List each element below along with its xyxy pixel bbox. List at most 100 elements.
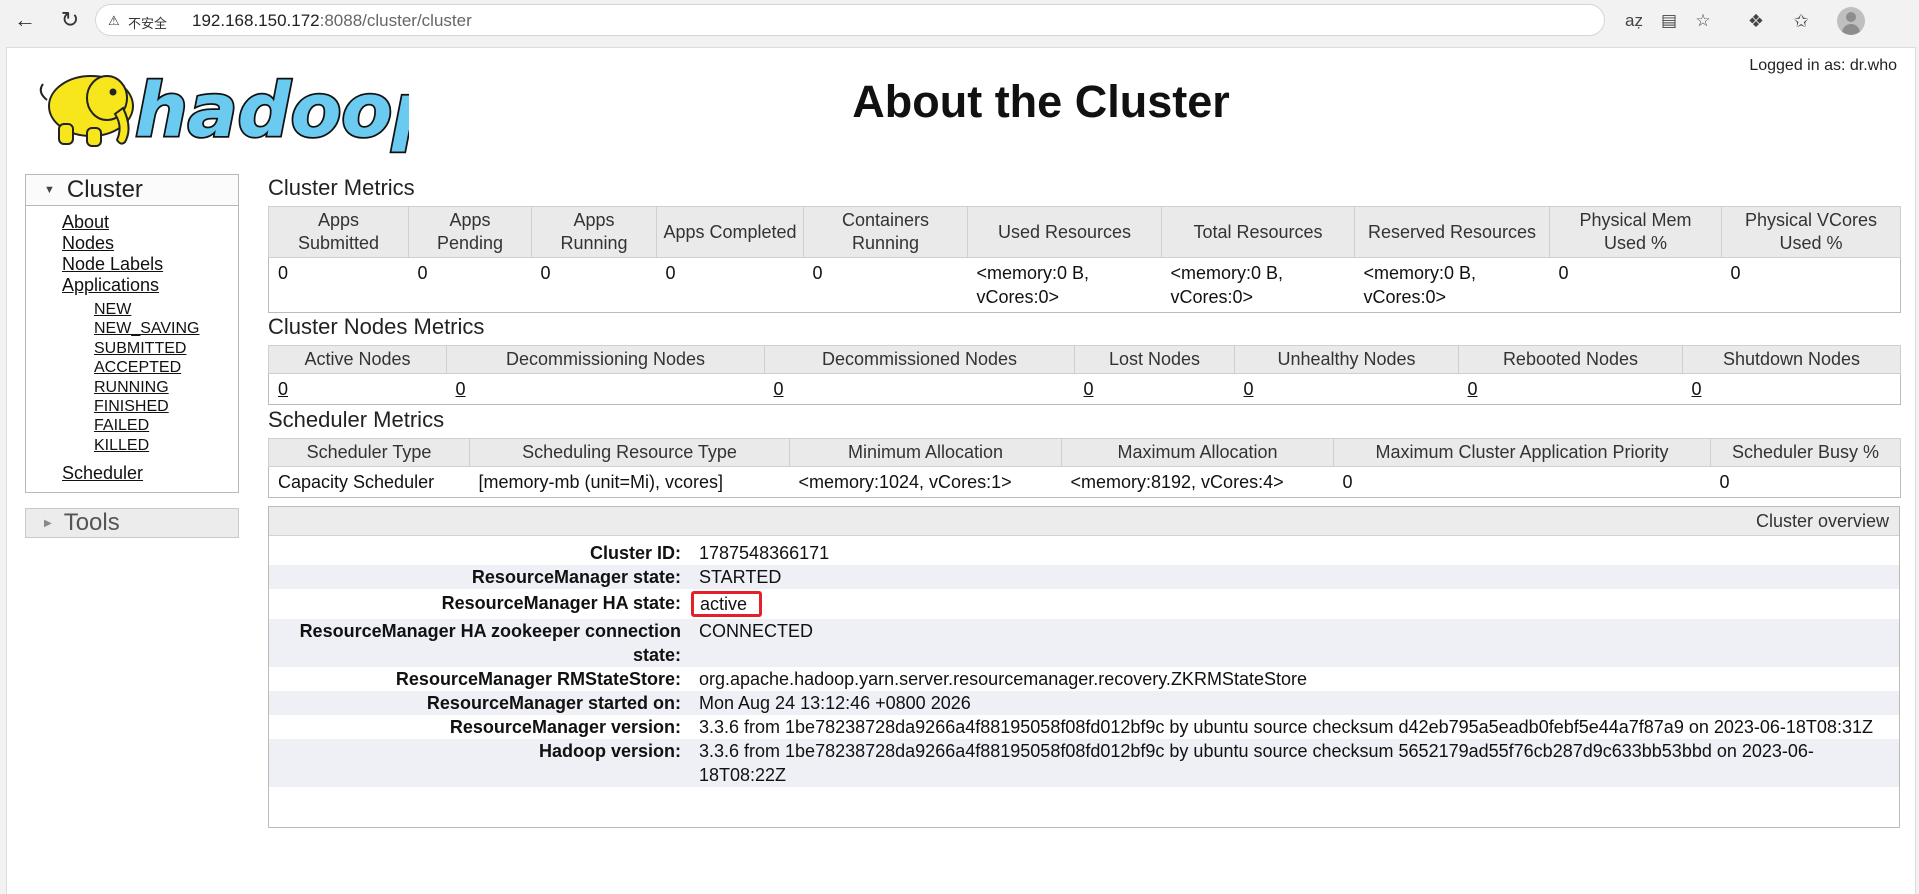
table-cell: 0	[268, 373, 447, 405]
sidebar-link-about[interactable]: About	[26, 212, 238, 233]
column-header[interactable]: Scheduler Busy %	[1710, 438, 1901, 467]
table-cell: 0	[656, 257, 804, 313]
page-content: hadoop Logged in as: dr.who About the Cl…	[6, 47, 1916, 894]
favorite-star-icon[interactable]: ☆	[1692, 10, 1714, 32]
table-row: 0 0 0 0 0 0 0	[268, 373, 1901, 405]
ha-state-highlight: active	[691, 591, 763, 617]
logged-in-user: Logged in as: dr.who	[1749, 57, 1897, 74]
table-row: 0 0 0 0 0 <memory:0 B, vCores:0> <memory…	[268, 257, 1901, 313]
column-header[interactable]: Apps Completed	[656, 206, 804, 258]
column-header[interactable]: Scheduling Resource Type	[469, 438, 790, 467]
column-header[interactable]: Shutdown Nodes	[1682, 345, 1901, 374]
unhealthy-nodes-link[interactable]: 0	[1244, 379, 1254, 399]
decommissioned-nodes-link[interactable]: 0	[774, 379, 784, 399]
browser-toolbar: ← ↻ ⚠ 不安全 192.168.150.172:8088/cluster/c…	[0, 0, 1919, 42]
column-header[interactable]: Apps Running	[531, 206, 657, 258]
table-cell: 0	[446, 373, 765, 405]
table-cell: 0	[1549, 257, 1722, 313]
overview-row-rm-state: ResourceManager state: STARTED	[269, 565, 1899, 589]
overview-value: 1787548366171	[699, 543, 830, 563]
reader-mode-icon[interactable]: ▤	[1658, 10, 1680, 32]
sidebar-link-submitted[interactable]: SUBMITTED	[26, 339, 238, 358]
cluster-metrics-table: Apps Submitted Apps Pending Apps Running…	[268, 206, 1901, 313]
column-header[interactable]: Apps Pending	[408, 206, 532, 258]
overview-value: 3.3.6 from 1be78238728da9266a4f88195058f…	[699, 717, 1873, 737]
sidebar-link-accepted[interactable]: ACCEPTED	[26, 358, 238, 377]
favorites-icon[interactable]: ✩	[1789, 9, 1813, 33]
overview-value: org.apache.hadoop.yarn.server.resourcema…	[699, 669, 1307, 689]
column-header[interactable]: Maximum Cluster Application Priority	[1333, 438, 1711, 467]
column-header[interactable]: Apps Submitted	[268, 206, 409, 258]
column-header[interactable]: Physical VCores Used %	[1721, 206, 1901, 258]
column-header[interactable]: Decommissioned Nodes	[764, 345, 1075, 374]
overview-label: ResourceManager state:	[471, 567, 681, 587]
sidebar-link-nodes[interactable]: Nodes	[26, 233, 238, 254]
extensions-icon[interactable]: ❖	[1744, 9, 1768, 33]
table-cell: 0	[1333, 466, 1711, 498]
column-header[interactable]: Active Nodes	[268, 345, 447, 374]
overview-value: STARTED	[699, 567, 782, 587]
nodes-metrics-table: Active Nodes Decommissioning Nodes Decom…	[268, 345, 1901, 405]
column-header[interactable]: Scheduler Type	[268, 438, 470, 467]
column-header[interactable]: Decommissioning Nodes	[446, 345, 765, 374]
address-bar[interactable]: ⚠ 不安全 192.168.150.172:8088/cluster/clust…	[95, 4, 1711, 36]
column-header[interactable]: Total Resources	[1161, 206, 1355, 258]
overview-value: CONNECTED	[699, 621, 814, 641]
column-header[interactable]: Reserved Resources	[1354, 206, 1550, 258]
url-text[interactable]: 192.168.150.172:8088/cluster/cluster	[192, 11, 472, 31]
sidebar-link-new-saving[interactable]: NEW_SAVING	[26, 319, 238, 338]
shutdown-nodes-link[interactable]: 0	[1692, 379, 1702, 399]
warning-icon[interactable]: ⚠	[108, 13, 120, 29]
overview-label: ResourceManager RMStateStore:	[395, 669, 681, 689]
active-nodes-link[interactable]: 0	[278, 379, 288, 399]
reload-icon[interactable]: ↻	[57, 7, 83, 33]
lost-nodes-link[interactable]: 0	[1084, 379, 1094, 399]
table-cell: <memory:0 B, vCores:0>	[1354, 257, 1550, 313]
overview-label: ResourceManager HA zookeeper connection …	[299, 621, 681, 665]
column-header[interactable]: Containers Running	[803, 206, 968, 258]
table-cell: 0	[268, 257, 409, 313]
table-cell: 0	[1710, 466, 1901, 498]
table-cell: <memory:0 B, vCores:0>	[967, 257, 1162, 313]
table-row: Capacity Scheduler [memory-mb (unit=Mi),…	[268, 466, 1901, 498]
column-header[interactable]: Rebooted Nodes	[1458, 345, 1683, 374]
overview-label: Hadoop version:	[538, 741, 681, 761]
expand-triangle-icon[interactable]: ▶	[44, 518, 52, 529]
back-arrow-icon[interactable]: ←	[12, 7, 38, 33]
sidebar-link-failed[interactable]: FAILED	[26, 416, 238, 435]
column-header[interactable]: Lost Nodes	[1074, 345, 1235, 374]
sidebar-link-finished[interactable]: FINISHED	[26, 397, 238, 416]
table-header-row: Scheduler Type Scheduling Resource Type …	[268, 438, 1901, 467]
sidebar-cluster-title: Cluster	[66, 176, 143, 203]
sidebar-link-new[interactable]: NEW	[26, 300, 238, 319]
column-header[interactable]: Unhealthy Nodes	[1234, 345, 1459, 374]
overview-value-cell: active	[691, 591, 1899, 617]
cluster-overview-panel: Cluster overview Cluster ID: 17875483661…	[268, 506, 1900, 828]
sidebar-link-running[interactable]: RUNNING	[26, 378, 238, 397]
column-header[interactable]: Used Resources	[967, 206, 1162, 258]
page-title: About the Cluster	[852, 76, 1230, 127]
rebooted-nodes-link[interactable]: 0	[1468, 379, 1478, 399]
decommissioning-nodes-link[interactable]: 0	[456, 379, 466, 399]
column-header[interactable]: Maximum Allocation	[1061, 438, 1334, 467]
collapse-triangle-icon[interactable]: ▼	[44, 184, 55, 196]
sidebar-link-node-labels[interactable]: Node Labels	[26, 254, 238, 275]
url-host: 192.168.150.172	[192, 11, 320, 30]
table-cell: 0	[1234, 373, 1459, 405]
sidebar-tools-header[interactable]: ▶ Tools	[25, 508, 239, 538]
table-cell: <memory:1024, vCores:1>	[789, 466, 1062, 498]
table-header-row: Active Nodes Decommissioning Nodes Decom…	[268, 345, 1901, 374]
table-cell: 0	[764, 373, 1075, 405]
profile-avatar-icon[interactable]	[1837, 7, 1865, 35]
column-header[interactable]: Minimum Allocation	[789, 438, 1062, 467]
table-cell: <memory:0 B, vCores:0>	[1161, 257, 1355, 313]
translate-icon[interactable]: aẓ	[1623, 10, 1645, 32]
sidebar-link-killed[interactable]: KILLED	[26, 436, 238, 455]
insecure-label[interactable]: 不安全	[128, 13, 167, 32]
table-cell: 0	[1074, 373, 1235, 405]
column-header[interactable]: Physical Mem Used %	[1549, 206, 1722, 258]
sidebar-link-applications[interactable]: Applications	[26, 275, 238, 296]
sidebar-cluster-header[interactable]: ▼ Cluster	[26, 175, 238, 206]
sidebar-link-scheduler[interactable]: Scheduler	[26, 463, 238, 484]
cluster-overview-heading: Cluster overview	[269, 507, 1899, 536]
